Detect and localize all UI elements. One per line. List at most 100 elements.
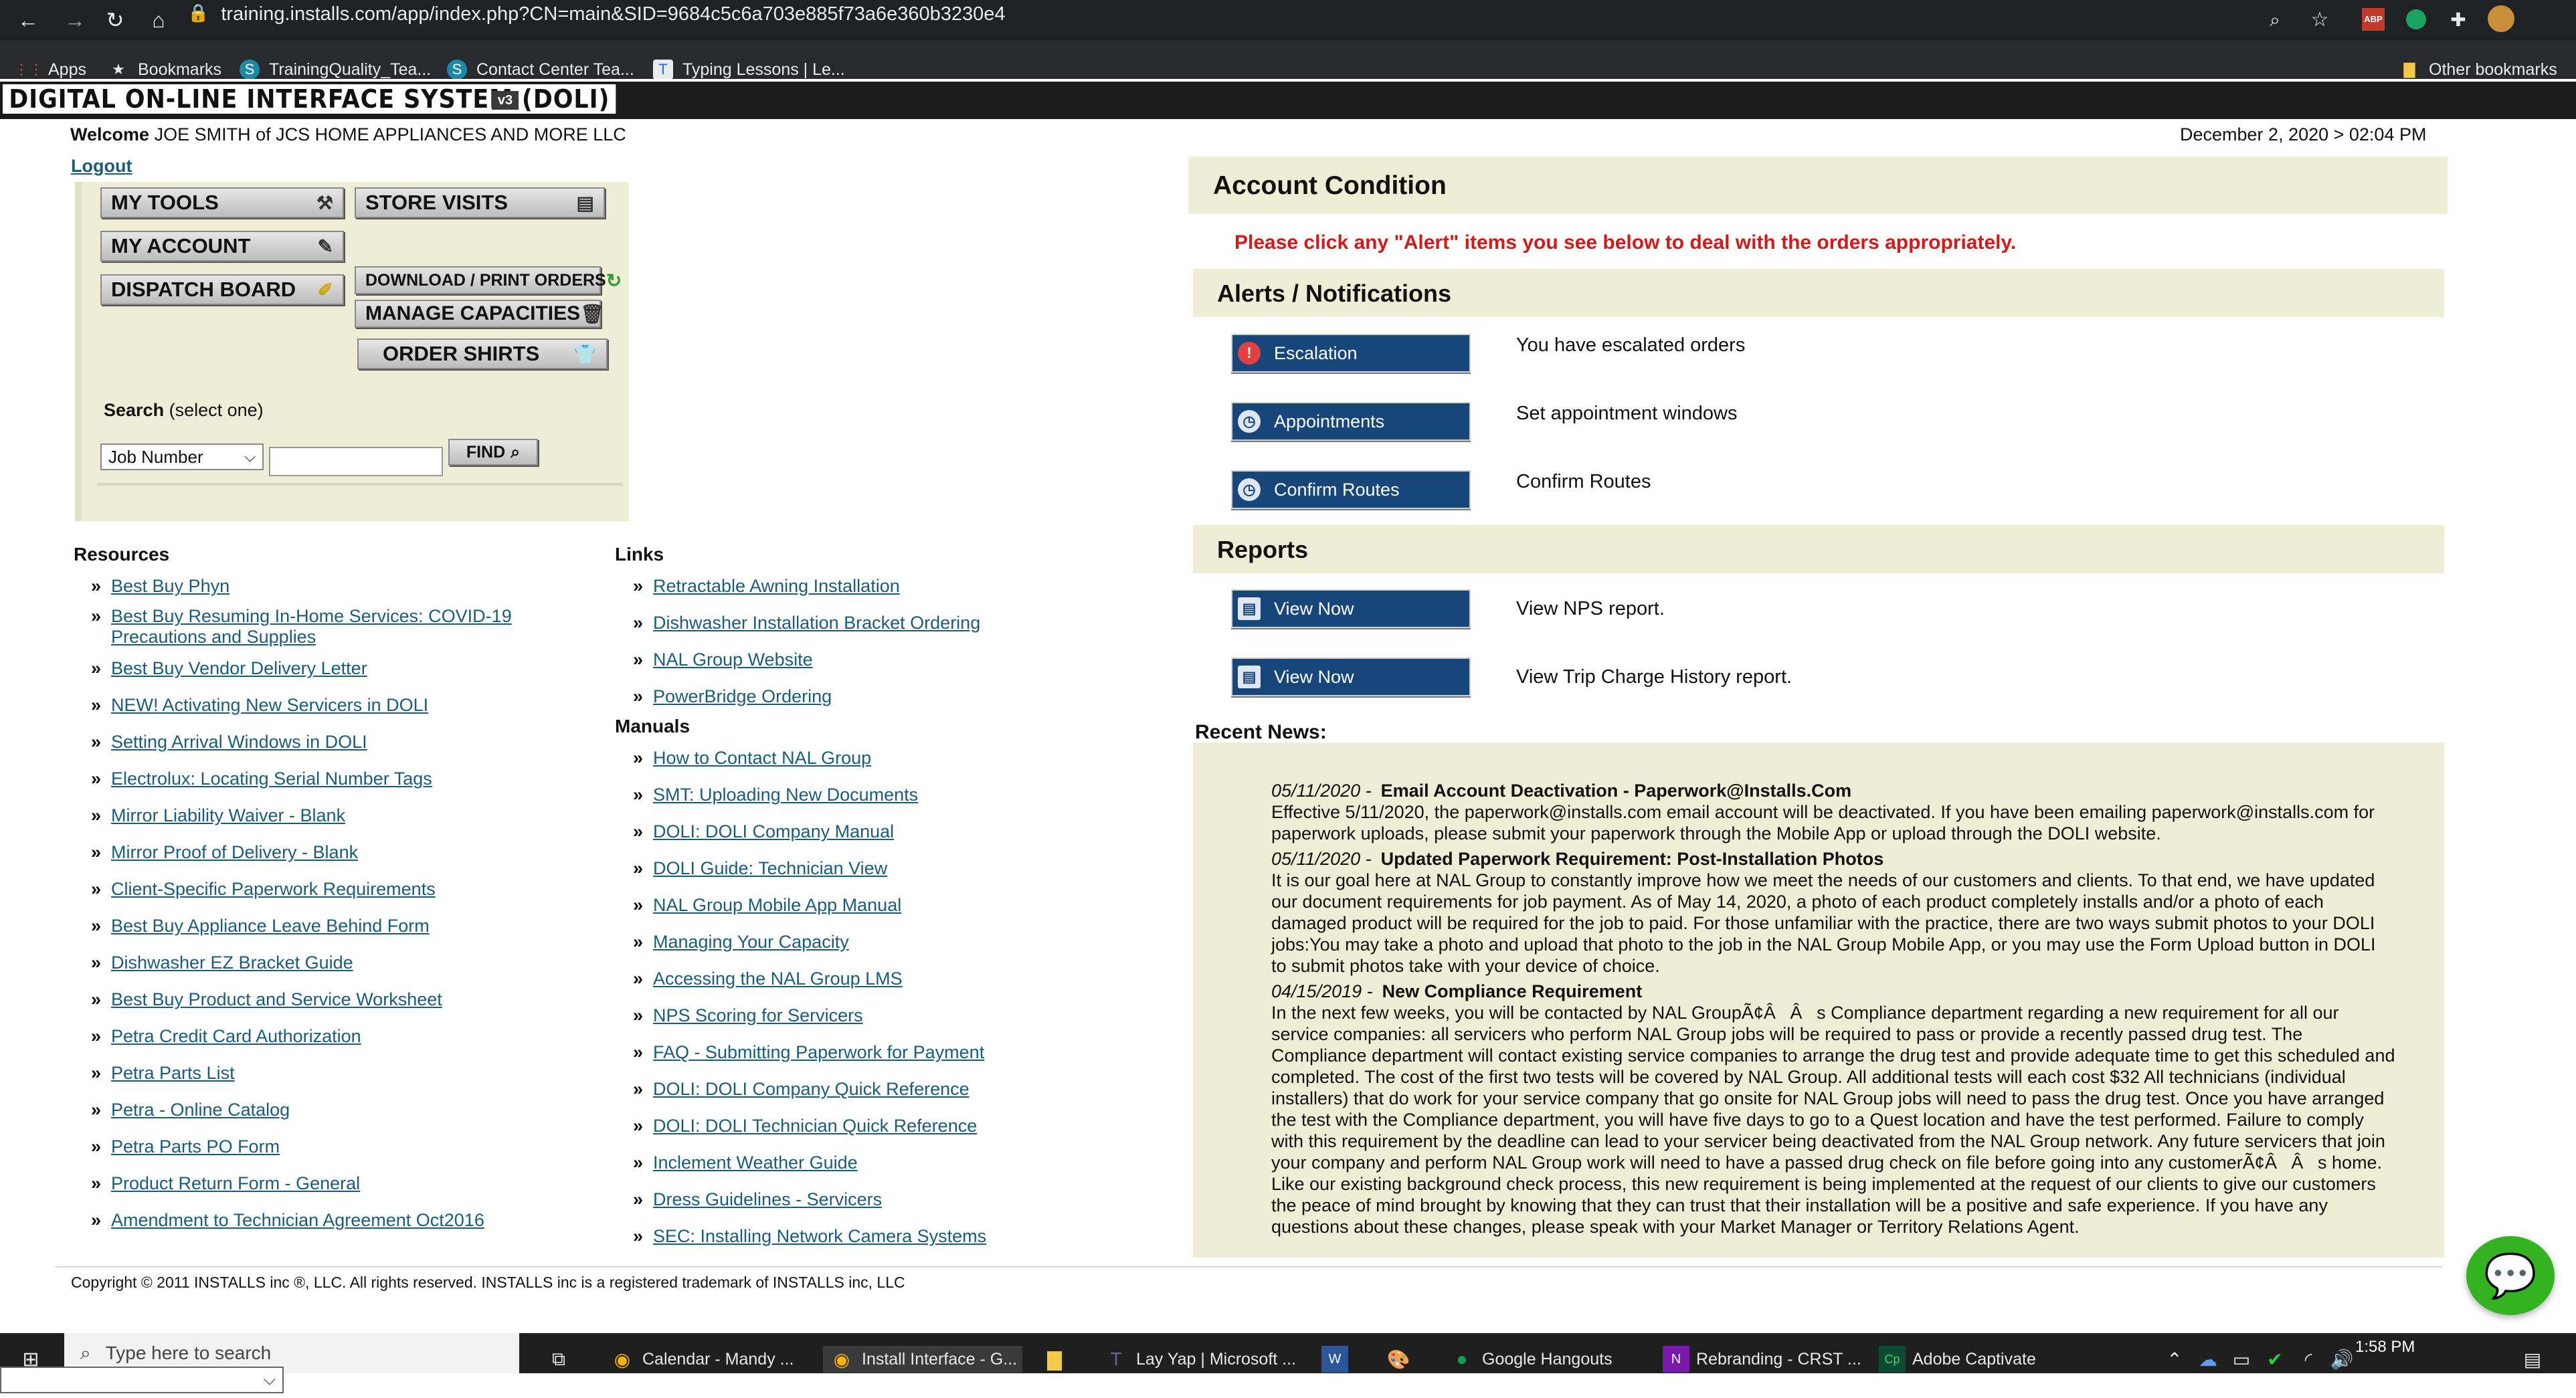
manual-link[interactable]: Dress Guidelines - Servicers [653, 1189, 882, 1210]
appointments-button[interactable]: ◷ Appointments [1231, 402, 1471, 441]
manual-link[interactable]: FAQ - Submitting Paperwork for Payment [653, 1041, 984, 1063]
bottom-select[interactable]: ⌵ [0, 1367, 284, 1393]
manual-item[interactable]: » NPS Scoring for Servicers [633, 1005, 863, 1026]
file-explorer-icon[interactable]: ▇ [1041, 1346, 1068, 1373]
resource-item[interactable]: » Best Buy Phyn [91, 575, 229, 597]
resource-item[interactable]: »Precautions and Supplies [91, 626, 316, 647]
resource-link[interactable]: Product Return Form - General [111, 1173, 360, 1194]
store-visits-button[interactable]: STORE VISITS ▤ [355, 187, 605, 218]
puzzle-icon[interactable]: ✚ [2444, 5, 2473, 35]
resource-item[interactable]: » Electrolux: Locating Serial Number Tags [91, 768, 432, 789]
my-account-button[interactable]: MY ACCOUNT ✎ [100, 231, 344, 262]
resource-item[interactable]: » Setting Arrival Windows in DOLI [91, 731, 367, 753]
view-trip-charge-report-button[interactable]: ▤ View Now [1231, 658, 1471, 696]
manual-item[interactable]: » Accessing the NAL Group LMS [633, 968, 903, 989]
resource-item[interactable]: » Petra Credit Card Authorization [91, 1025, 361, 1047]
manual-link[interactable]: SEC: Installing Network Camera Systems [653, 1225, 986, 1247]
notifications-icon[interactable]: ▤ [2519, 1346, 2546, 1373]
search-input[interactable] [269, 447, 443, 476]
manual-item[interactable]: » Managing Your Capacity [633, 931, 849, 953]
manual-link[interactable]: Accessing the NAL Group LMS [653, 968, 903, 989]
manual-item[interactable]: » FAQ - Submitting Paperwork for Payment [633, 1041, 984, 1063]
resource-link[interactable]: Best Buy Resuming In-Home Services: COVI… [111, 605, 512, 627]
search-type-select[interactable]: Job Number ⌵ [100, 443, 264, 470]
chat-bubble-icon[interactable]: 💬 [2466, 1236, 2555, 1315]
reload-icon[interactable]: ↻ [100, 5, 130, 35]
resource-link[interactable]: Best Buy Product and Service Worksheet [111, 989, 442, 1010]
manual-item[interactable]: » DOLI: DOLI Technician Quick Reference [633, 1115, 977, 1136]
manual-item[interactable]: » SEC: Installing Network Camera Systems [633, 1225, 986, 1247]
resource-link[interactable]: NEW! Activating New Servicers in DOLI [111, 694, 428, 716]
resource-link[interactable]: Setting Arrival Windows in DOLI [111, 731, 367, 753]
links-link[interactable]: Dishwasher Installation Bracket Ordering [653, 612, 980, 633]
links-item[interactable]: » NAL Group Website [633, 649, 813, 670]
resource-link[interactable]: Petra - Online Catalog [111, 1099, 290, 1120]
extension-green-icon[interactable] [2406, 9, 2426, 29]
task-view-icon[interactable]: ⧉ [545, 1346, 572, 1373]
taskbar-app-onenote[interactable]: N Rebranding - CRST ... [1663, 1346, 1861, 1373]
view-nps-report-button[interactable]: ▤ View Now [1231, 589, 1471, 628]
links-item[interactable]: » Retractable Awning Installation [633, 575, 900, 597]
manage-capacities-button[interactable]: MANAGE CAPACITIES 🗑 [355, 300, 604, 328]
resource-item[interactable]: » Amendment to Technician Agreement Oct20… [91, 1209, 484, 1231]
manual-item[interactable]: » Dress Guidelines - Servicers [633, 1189, 882, 1210]
taskbar-app-install-interface[interactable]: ◉ Install Interface - G... [823, 1346, 1023, 1373]
resource-link[interactable]: Best Buy Vendor Delivery Letter [111, 658, 367, 679]
resource-item[interactable]: » Petra Parts List [91, 1062, 235, 1084]
download-print-orders-button[interactable]: DOWNLOAD / PRINT ORDERS ↻ [355, 266, 622, 294]
find-button[interactable]: FIND ⌕ [448, 439, 538, 466]
word-icon[interactable]: W [1321, 1346, 1348, 1373]
resource-link[interactable]: Electrolux: Locating Serial Number Tags [111, 768, 432, 789]
manual-item[interactable]: » How to Contact NAL Group [633, 747, 871, 769]
manual-item[interactable]: » NAL Group Mobile App Manual [633, 894, 901, 916]
resource-link[interactable]: Best Buy Appliance Leave Behind Form [111, 915, 430, 936]
manual-link[interactable]: NAL Group Mobile App Manual [653, 894, 901, 916]
system-tray-icons[interactable]: ⌃ ☁ ▭ ✔ ◜ 🔊 [2161, 1346, 2355, 1373]
resource-link[interactable]: Best Buy Phyn [111, 575, 229, 597]
manual-link[interactable]: DOLI: DOLI Technician Quick Reference [653, 1115, 977, 1136]
dispatch-board-button[interactable]: DISPATCH BOARD ✐ [100, 274, 344, 305]
manual-link[interactable]: SMT: Uploading New Documents [653, 784, 918, 805]
manual-item[interactable]: » SMT: Uploading New Documents [633, 784, 918, 805]
resource-item[interactable]: » Best Buy Resuming In-Home Services: COV… [91, 605, 512, 627]
resource-link[interactable]: Petra Parts List [111, 1062, 235, 1084]
resource-link[interactable]: Petra Credit Card Authorization [111, 1025, 361, 1047]
profile-avatar[interactable] [2488, 5, 2514, 32]
taskbar-app-teams[interactable]: T Lay Yap | Microsoft ... [1103, 1346, 1296, 1373]
manual-link[interactable]: Managing Your Capacity [653, 931, 849, 953]
home-icon[interactable]: ⌂ [144, 5, 173, 35]
back-arrow-icon[interactable]: ← [13, 5, 43, 35]
links-link[interactable]: NAL Group Website [653, 649, 813, 670]
manual-link[interactable]: NPS Scoring for Servicers [653, 1005, 863, 1026]
manual-link[interactable]: DOLI Guide: Technician View [653, 858, 887, 879]
resource-item[interactable]: » Best Buy Vendor Delivery Letter [91, 658, 367, 679]
forward-arrow-icon[interactable]: → [60, 5, 90, 35]
resource-link[interactable]: Mirror Proof of Delivery - Blank [111, 841, 358, 863]
resource-link[interactable]: Mirror Liability Waiver - Blank [111, 805, 345, 826]
manual-item[interactable]: » DOLI: DOLI Company Quick Reference [633, 1078, 970, 1100]
taskbar-app-captivate[interactable]: Cp Adobe Captivate [1879, 1346, 2036, 1373]
manual-item[interactable]: » Inclement Weather Guide [633, 1152, 858, 1173]
resource-link[interactable]: Petra Parts PO Form [111, 1136, 280, 1157]
resource-link[interactable]: Amendment to Technician Agreement Oct201… [111, 1209, 484, 1231]
my-tools-button[interactable]: MY TOOLS ⚒ [100, 187, 344, 218]
zoom-icon[interactable]: ⌕ [2260, 5, 2290, 35]
taskbar-app-calendar[interactable]: ◉ Calendar - Mandy ... [609, 1346, 794, 1373]
manual-link[interactable]: DOLI: DOLI Company Manual [653, 821, 894, 842]
resource-item[interactable]: » NEW! Activating New Servicers in DOLI [91, 694, 428, 716]
order-shirts-button[interactable]: ORDER SHIRTS 👕 [357, 338, 608, 369]
resource-item[interactable]: » Mirror Liability Waiver - Blank [91, 805, 345, 826]
address-bar[interactable]: 🔒 training.installs.com/app/index.php?CN… [187, 3, 2315, 37]
manual-item[interactable]: » DOLI: DOLI Company Manual [633, 821, 894, 842]
resource-item[interactable]: » Mirror Proof of Delivery - Blank [91, 841, 358, 863]
links-link[interactable]: PowerBridge Ordering [653, 686, 832, 707]
resource-link[interactable]: Client-Specific Paperwork Requirements [111, 878, 436, 900]
manual-link[interactable]: Inclement Weather Guide [653, 1152, 858, 1173]
confirm-routes-button[interactable]: ◷ Confirm Routes [1231, 470, 1471, 509]
manual-link[interactable]: DOLI: DOLI Company Quick Reference [653, 1078, 970, 1100]
paint-icon[interactable]: 🎨 [1385, 1346, 1412, 1373]
star-icon[interactable]: ☆ [2305, 5, 2334, 35]
manual-item[interactable]: » DOLI Guide: Technician View [633, 858, 887, 879]
resource-item[interactable]: » Petra Parts PO Form [91, 1136, 280, 1157]
resource-link[interactable]: Dishwasher EZ Bracket Guide [111, 952, 353, 973]
